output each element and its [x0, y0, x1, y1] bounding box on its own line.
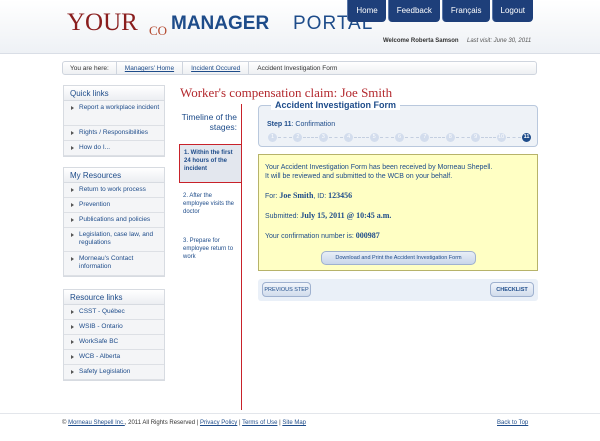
step-connector — [303, 137, 318, 138]
id-value: 123456 — [328, 191, 353, 200]
confirmation-line-2: It will be reviewed and submitted to the… — [265, 173, 453, 180]
sidebar-item-morneau-contact[interactable]: Morneau's Contact information — [64, 252, 164, 276]
confirmation-submitted: Submitted: July 15, 2011 @ 10:45 a.m. — [265, 211, 531, 221]
step-dot-4: 4 — [344, 133, 354, 142]
step-connector — [506, 137, 521, 138]
step-progress: 1 2 3 4 5 6 7 8 9 10 11 — [268, 133, 533, 143]
for-name: Joe Smith — [279, 191, 314, 200]
form-step-name: : Confirmation — [291, 121, 336, 128]
sidebar-item-prevention[interactable]: Prevention — [64, 198, 164, 213]
sidebar-item-safety-legislation[interactable]: Safety Legislation — [64, 365, 164, 380]
confirmation-number-label: Your confirmation number is: — [265, 233, 356, 240]
sidebar-item-wcb-alberta[interactable]: WCB - Alberta — [64, 350, 164, 365]
form-bottom-nav: PREVIOUS STEP CHECKLIST — [258, 279, 538, 301]
sidebar-item-rights[interactable]: Rights / Responsibilities — [64, 126, 164, 141]
back-to-top-link[interactable]: Back to Top — [497, 420, 528, 426]
step-connector — [455, 137, 471, 138]
step-connector — [405, 137, 420, 138]
step-dot-10: 10 — [496, 133, 506, 142]
step-dot-8: 8 — [445, 133, 455, 142]
confirmation-number-value: 000987 — [355, 231, 380, 240]
quick-links-box: Quick links Report a workplace incident … — [63, 85, 165, 157]
footer-divider — [0, 413, 600, 414]
previous-step-button[interactable]: PREVIOUS STEP — [262, 282, 311, 297]
sidebar-item-worksafe-bc[interactable]: WorkSafe BC — [64, 335, 164, 350]
my-resources-box: My Resources Return to work process Prev… — [63, 167, 165, 277]
for-label: For: — [265, 193, 280, 200]
download-print-button[interactable]: Download and Print the Accident Investig… — [321, 251, 476, 265]
nav-feedback-button[interactable]: Feedback — [387, 0, 440, 22]
quick-links-title: Quick links — [64, 86, 164, 101]
submitted-label: Submitted: — [265, 213, 301, 220]
step-connector — [328, 137, 344, 138]
confirmation-box: Your Accident Investigation Form has bee… — [258, 154, 538, 271]
breadcrumb-link-incident[interactable]: Incident Occured — [183, 62, 250, 74]
resource-links-box: Resource links CSST - Québec WSIB - Onta… — [63, 289, 165, 381]
header: YOUR CO MANAGER PORTAL Home Feedback Fra… — [0, 0, 600, 54]
copyright-suffix: , 2011 All Rights Reserved | — [124, 420, 200, 426]
sidebar-item-publications[interactable]: Publications and policies — [64, 213, 164, 228]
welcome-text: Welcome Roberta Samson — [383, 38, 459, 44]
confirmation-number: Your confirmation number is: 000987 — [265, 231, 531, 241]
sidebar-item-how-do-i[interactable]: How do I... — [64, 141, 164, 156]
top-nav: Home Feedback Français Logout — [345, 0, 533, 22]
page-title: Worker's compensation claim: Joe Smith — [180, 85, 393, 100]
step-connector — [430, 137, 445, 138]
step-connector — [481, 137, 496, 138]
form-step-indicator: Step 11: Confirmation — [267, 121, 335, 128]
step-connector — [354, 137, 369, 138]
breadcrumb: You are here: Managers' Home Incident Oc… — [62, 61, 537, 75]
id-label: , ID: — [313, 193, 329, 200]
site-map-link[interactable]: Site Map — [282, 420, 306, 426]
step-dot-6: 6 — [395, 133, 404, 142]
confirmation-line-1: Your Accident Investigation Form has bee… — [265, 164, 493, 171]
sidebar-item-legislation[interactable]: Legislation, case law, and regulations — [64, 228, 164, 252]
timeline: Timeline of the stages: 1. Within the fi… — [179, 104, 242, 410]
step-dot-2: 2 — [293, 133, 303, 142]
nav-home-button[interactable]: Home — [347, 0, 386, 22]
logo-co: CO — [149, 23, 168, 38]
step-dot-9: 9 — [471, 133, 481, 142]
nav-language-button[interactable]: Français — [441, 0, 490, 22]
timeline-title: Timeline of the stages: — [181, 112, 237, 132]
privacy-policy-link[interactable]: Privacy Policy — [200, 420, 237, 426]
form-title: Accident Investigation Form — [271, 100, 401, 110]
step-connector — [278, 137, 293, 138]
logo-your: YOUR — [67, 9, 138, 36]
breadcrumb-current: Accident Investigation Form — [257, 65, 338, 72]
confirmation-message: Your Accident Investigation Form has bee… — [265, 163, 531, 181]
timeline-step-1[interactable]: 1. Within the first 24 hours of the inci… — [179, 144, 241, 183]
timeline-step-3[interactable]: 3. Prepare for employee return to work — [179, 229, 241, 264]
breadcrumb-label: You are here: — [63, 62, 117, 74]
confirmation-for: For: Joe Smith, ID: 123456 — [265, 191, 531, 201]
sidebar-item-report-incident[interactable]: Report a workplace incident — [64, 101, 164, 126]
footer: © Morneau Shepell Inc., 2011 All Rights … — [62, 420, 537, 426]
step-dot-1: 1 — [268, 133, 277, 142]
terms-of-use-link[interactable]: Terms of Use — [242, 420, 277, 426]
checklist-button[interactable]: CHECKLIST — [490, 282, 534, 297]
step-dot-11: 11 — [522, 133, 531, 142]
step-dot-5: 5 — [369, 133, 379, 142]
sidebar-item-csst[interactable]: CSST - Québec — [64, 305, 164, 320]
last-visit-text: Last visit: June 30, 2011 — [467, 38, 532, 44]
breadcrumb-link-managers-home[interactable]: Managers' Home — [117, 62, 184, 74]
form-step-box: Accident Investigation Form Step 11: Con… — [258, 100, 538, 147]
company-link[interactable]: Morneau Shepell Inc. — [68, 420, 125, 426]
form-step-label: Step 11 — [267, 121, 292, 128]
nav-logout-button[interactable]: Logout — [491, 0, 533, 22]
my-resources-title: My Resources — [64, 168, 164, 183]
logo-manager: MANAGER — [171, 13, 270, 34]
timeline-step-2[interactable]: 2. After the employee visits the doctor — [179, 183, 241, 229]
step-dot-7: 7 — [420, 133, 430, 142]
resource-links-title: Resource links — [64, 290, 164, 305]
submitted-value: July 15, 2011 @ 10:45 a.m. — [300, 211, 392, 220]
sidebar-item-return-to-work[interactable]: Return to work process — [64, 183, 164, 198]
step-connector — [379, 137, 394, 138]
sidebar-item-wsib[interactable]: WSIB - Ontario — [64, 320, 164, 335]
step-dot-3: 3 — [318, 133, 328, 142]
